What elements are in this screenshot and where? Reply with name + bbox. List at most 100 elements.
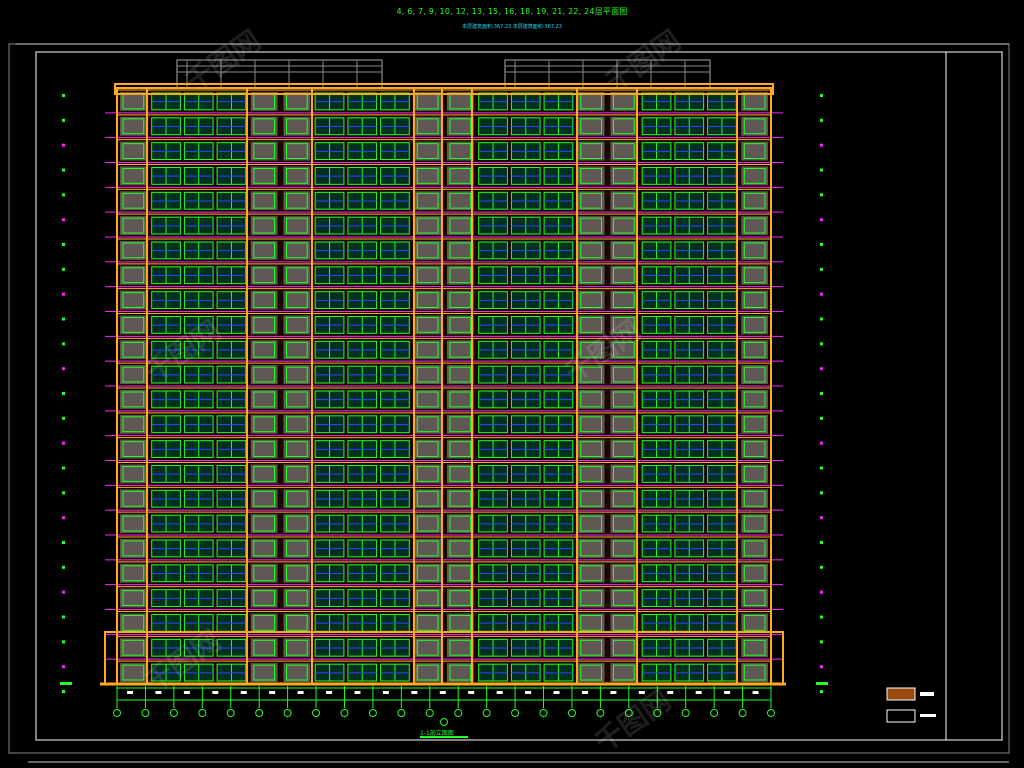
gray-wall-panel — [447, 216, 474, 235]
gray-wall-panel — [283, 216, 311, 235]
gray-wall-panel — [447, 588, 474, 608]
gray-wall-panel — [283, 638, 311, 658]
axis-bubble — [368, 709, 377, 717]
gray-wall-panel — [250, 290, 278, 310]
gray-wall-panel — [610, 464, 638, 484]
gray-wall-panel — [250, 191, 278, 211]
gray-wall-panel — [577, 290, 605, 310]
gray-wall-panel — [577, 315, 605, 335]
gray-wall-panel — [741, 439, 768, 459]
level-marker-right — [820, 292, 823, 296]
dimension-text — [581, 691, 588, 694]
level-marker-left — [62, 292, 65, 296]
gray-wall-panel — [120, 216, 147, 235]
gray-wall-panel — [283, 191, 311, 211]
gray-wall-panel — [610, 315, 638, 335]
level-marker-left — [62, 416, 65, 420]
gray-wall-panel — [741, 290, 768, 310]
gray-wall-panel — [120, 265, 147, 285]
gray-wall-panel — [610, 588, 638, 608]
gray-wall-panel — [414, 191, 441, 211]
gray-wall-panel — [577, 588, 605, 608]
gray-wall-panel — [120, 663, 147, 682]
gray-wall-panel — [447, 116, 474, 136]
gray-wall-panel — [741, 390, 768, 409]
gray-wall-panel — [610, 340, 638, 360]
dimension-text — [127, 691, 133, 694]
gray-wall-panel — [577, 464, 605, 484]
gray-wall-panel — [120, 638, 147, 658]
level-marker-right — [820, 590, 823, 594]
gray-wall-panel — [250, 563, 278, 583]
gray-wall-panel — [577, 365, 605, 384]
gray-wall-panel — [447, 390, 474, 409]
gray-wall-panel — [283, 116, 311, 136]
gray-wall-panel — [741, 613, 768, 633]
dimension-text — [468, 691, 475, 694]
drawing-title: 4, 6, 7, 9, 10, 12, 13, 15, 16, 18, 19, … — [396, 7, 628, 16]
gray-wall-panel — [610, 514, 638, 533]
gray-wall-panel — [610, 613, 638, 633]
dimension-text — [354, 691, 361, 694]
level-marker-right — [820, 541, 823, 544]
gray-wall-panel — [120, 241, 147, 260]
level-marker-left — [62, 615, 65, 619]
gray-wall-panel — [283, 265, 311, 285]
gray-wall-panel — [250, 265, 278, 285]
level-marker-right — [820, 168, 823, 172]
gray-wall-panel — [610, 539, 638, 558]
gray-wall-panel — [120, 315, 147, 335]
axis-bubble — [511, 709, 520, 717]
gray-wall-panel — [577, 414, 605, 434]
gray-wall-panel — [577, 539, 605, 558]
gray-wall-panel — [414, 141, 441, 161]
gray-wall-panel — [741, 315, 768, 335]
dimension-text — [496, 691, 503, 694]
gray-wall-panel — [610, 191, 638, 211]
gray-wall-panel — [577, 216, 605, 235]
gray-wall-panel — [414, 514, 441, 533]
gray-wall-panel — [447, 166, 474, 186]
dimension-text — [155, 691, 162, 694]
level-marker-left — [62, 193, 65, 197]
dimension-text — [724, 691, 731, 694]
gray-wall-panel — [610, 166, 638, 186]
gray-wall-panel — [283, 414, 311, 434]
axis-bubble — [482, 709, 491, 717]
axis-bubble — [596, 709, 605, 717]
level-marker-right — [820, 392, 823, 395]
gray-wall-panel — [414, 116, 441, 136]
ground-marker-right — [816, 682, 828, 685]
gray-wall-panel — [120, 290, 147, 310]
axis-bubble — [340, 709, 349, 717]
gray-wall-panel — [577, 563, 605, 583]
level-marker-right — [820, 441, 823, 445]
gray-wall-panel — [250, 464, 278, 484]
dimension-text — [326, 691, 333, 694]
gray-wall-panel — [250, 365, 278, 384]
axis-bubble — [425, 709, 434, 717]
axis-bubble — [226, 709, 235, 717]
gray-wall-panel — [610, 116, 638, 136]
gray-wall-panel — [610, 663, 638, 682]
dimension-text — [240, 691, 247, 694]
gray-wall-panel — [283, 290, 311, 310]
axis-bubble — [255, 709, 264, 717]
gray-wall-panel — [120, 116, 147, 136]
gray-wall-panel — [577, 191, 605, 211]
gray-wall-panel — [577, 141, 605, 161]
gray-wall-panel — [741, 166, 768, 186]
gray-wall-panel — [120, 464, 147, 484]
level-marker-left — [62, 168, 65, 172]
dimension-text — [667, 691, 674, 694]
level-marker-right — [820, 615, 823, 619]
gray-wall-panel — [250, 216, 278, 235]
gray-wall-panel — [741, 241, 768, 260]
gray-wall-panel — [414, 365, 441, 384]
axis-bubble — [198, 709, 207, 717]
gray-wall-panel — [120, 191, 147, 211]
gray-wall-panel — [250, 663, 278, 682]
dimension-text — [553, 691, 560, 694]
gray-wall-panel — [414, 563, 441, 583]
gray-wall-panel — [741, 191, 768, 211]
